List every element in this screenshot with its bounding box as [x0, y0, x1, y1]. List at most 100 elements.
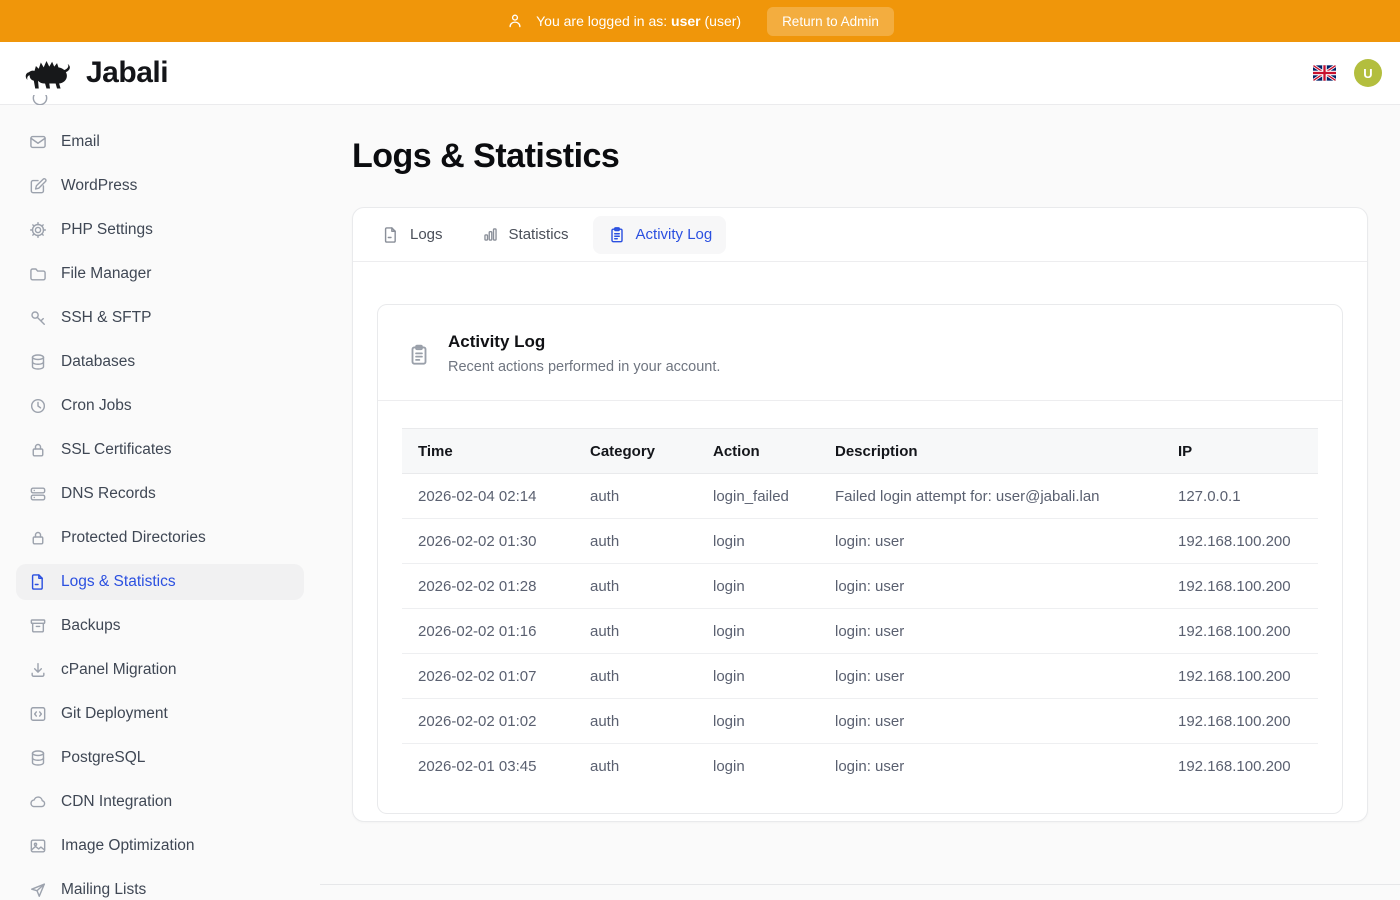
- tab-statistics[interactable]: Statistics: [467, 216, 583, 254]
- sidebar-item-postgresql[interactable]: PostgreSQL: [16, 740, 304, 776]
- sidebar-item-cpanel-migration[interactable]: cPanel Migration: [16, 652, 304, 688]
- activity-log-table: TimeCategoryActionDescriptionIP 2026-02-…: [402, 428, 1318, 789]
- sidebar-item-file-manager[interactable]: File Manager: [16, 256, 304, 292]
- table-cell: auth: [574, 519, 697, 564]
- sidebar-item-php-settings[interactable]: PHP Settings: [16, 212, 304, 248]
- table-cell: 127.0.0.1: [1162, 474, 1318, 519]
- column-header-description: Description: [819, 429, 1162, 474]
- return-to-admin-button[interactable]: Return to Admin: [767, 7, 894, 36]
- table-cell: login: user: [819, 699, 1162, 744]
- column-header-ip: IP: [1162, 429, 1318, 474]
- logs-card: Logs Statistics Activity Log Activity Log …: [352, 207, 1368, 822]
- admin-notice-bar: You are logged in as: user (user) Return…: [0, 0, 1400, 42]
- table-cell: 192.168.100.200: [1162, 564, 1318, 609]
- user-avatar[interactable]: U: [1354, 59, 1382, 87]
- folder-icon: [28, 264, 48, 284]
- table-cell: 192.168.100.200: [1162, 699, 1318, 744]
- database-icon: [28, 352, 48, 372]
- tab-label: Logs: [410, 226, 443, 243]
- table-cell: 2026-02-04 02:14: [402, 474, 574, 519]
- uk-flag-icon[interactable]: [1313, 65, 1336, 81]
- sidebar-item-git-deployment[interactable]: Git Deployment: [16, 696, 304, 732]
- document-icon: [381, 225, 401, 245]
- sidebar-item-label: PostgreSQL: [61, 749, 145, 767]
- card-subtitle: Recent actions performed in your account…: [448, 359, 720, 375]
- table-row: 2026-02-02 01:16authloginlogin: user192.…: [402, 609, 1318, 654]
- table-cell: 2026-02-02 01:30: [402, 519, 574, 564]
- sidebar-item-logs-statistics[interactable]: Logs & Statistics: [16, 564, 304, 600]
- sidebar-item-ssl-certificates[interactable]: SSL Certificates: [16, 432, 304, 468]
- table-cell: 2026-02-01 03:45: [402, 744, 574, 789]
- table-cell: login: [697, 744, 819, 789]
- lock-icon: [28, 528, 48, 548]
- table-row: 2026-02-04 02:14authlogin_failedFailed l…: [402, 474, 1318, 519]
- cloud-icon: [28, 792, 48, 812]
- user-icon: [506, 12, 524, 30]
- sidebar-item-label: Mailing Lists: [61, 881, 146, 899]
- table-cell: auth: [574, 474, 697, 519]
- sidebar-item-email[interactable]: Email: [16, 124, 304, 160]
- sidebar-item-protected-directories[interactable]: Protected Directories: [16, 520, 304, 556]
- column-header-time: Time: [402, 429, 574, 474]
- sidebar-item-label: Backups: [61, 617, 120, 635]
- table-cell: auth: [574, 654, 697, 699]
- table-cell: login: [697, 609, 819, 654]
- sidebar-item-label: Cron Jobs: [61, 397, 132, 415]
- brand-logo[interactable]: Jabali: [24, 54, 168, 92]
- tab-logs[interactable]: Logs: [367, 216, 457, 254]
- clipboard-icon: [406, 334, 432, 375]
- sidebar-item-backups[interactable]: Backups: [16, 608, 304, 644]
- sidebar-item-dns-records[interactable]: DNS Records: [16, 476, 304, 512]
- image-icon: [28, 836, 48, 856]
- sidebar-item-label: Databases: [61, 353, 135, 371]
- table-row: 2026-02-02 01:07authloginlogin: user192.…: [402, 654, 1318, 699]
- tab-label: Activity Log: [636, 226, 713, 243]
- sidebar-item-label: SSH & SFTP: [61, 309, 151, 327]
- sidebar-item-wordpress[interactable]: WordPress: [16, 168, 304, 204]
- sidebar-item-image-optimization[interactable]: Image Optimization: [16, 828, 304, 864]
- table-cell: Failed login attempt for: user@jabali.la…: [819, 474, 1162, 519]
- envelope-icon: [28, 132, 48, 152]
- table-row: 2026-02-02 01:30authloginlogin: user192.…: [402, 519, 1318, 564]
- sidebar-item-cron-jobs[interactable]: Cron Jobs: [16, 388, 304, 424]
- table-cell: 2026-02-02 01:28: [402, 564, 574, 609]
- clipboard-icon: [607, 225, 627, 245]
- table-cell: login: user: [819, 654, 1162, 699]
- bar-chart-icon: [481, 225, 500, 244]
- sidebar-item-label: PHP Settings: [61, 221, 153, 239]
- boar-logo-icon: [24, 54, 76, 92]
- pencil-square-icon: [28, 176, 48, 196]
- page-title: Logs & Statistics: [352, 138, 1368, 174]
- clock-icon: [28, 396, 48, 416]
- column-header-category: Category: [574, 429, 697, 474]
- sidebar-item-mailing-lists[interactable]: Mailing Lists: [16, 872, 304, 900]
- app-header: Jabali U: [0, 42, 1400, 105]
- table-header-row: TimeCategoryActionDescriptionIP: [402, 429, 1318, 474]
- sidebar-item-cdn-integration[interactable]: CDN Integration: [16, 784, 304, 820]
- sidebar-item-label: WordPress: [61, 177, 137, 195]
- tab-bar: Logs Statistics Activity Log: [353, 208, 1367, 262]
- sidebar-item-ssh-sftp[interactable]: SSH & SFTP: [16, 300, 304, 336]
- database-icon: [28, 748, 48, 768]
- brand-name: Jabali: [86, 56, 168, 90]
- sidebar-item-label: SSL Certificates: [61, 441, 172, 459]
- sidebar-item-label: Protected Directories: [61, 529, 206, 547]
- sidebar-item-databases[interactable]: Databases: [16, 344, 304, 380]
- table-cell: auth: [574, 744, 697, 789]
- sidebar-item-label: CDN Integration: [61, 793, 172, 811]
- table-row: 2026-02-01 03:45authloginlogin: user192.…: [402, 744, 1318, 789]
- tab-label: Statistics: [509, 226, 569, 243]
- sidebar-item-label: Logs & Statistics: [61, 573, 176, 591]
- tab-activity-log[interactable]: Activity Log: [593, 216, 727, 254]
- table-cell: login: user: [819, 744, 1162, 789]
- sidebar-item-label: Image Optimization: [61, 837, 195, 855]
- document-icon: [28, 572, 48, 592]
- key-icon: [28, 308, 48, 328]
- activity-log-card: Activity Log Recent actions performed in…: [377, 304, 1343, 814]
- footer-divider: [320, 884, 1400, 885]
- sidebar-item-label: Email: [61, 133, 100, 151]
- gear-icon: [28, 220, 48, 240]
- sidebar-nav: Email WordPress PHP Settings File Manager SS…: [0, 105, 320, 900]
- table-cell: login: user: [819, 564, 1162, 609]
- table-cell: 192.168.100.200: [1162, 609, 1318, 654]
